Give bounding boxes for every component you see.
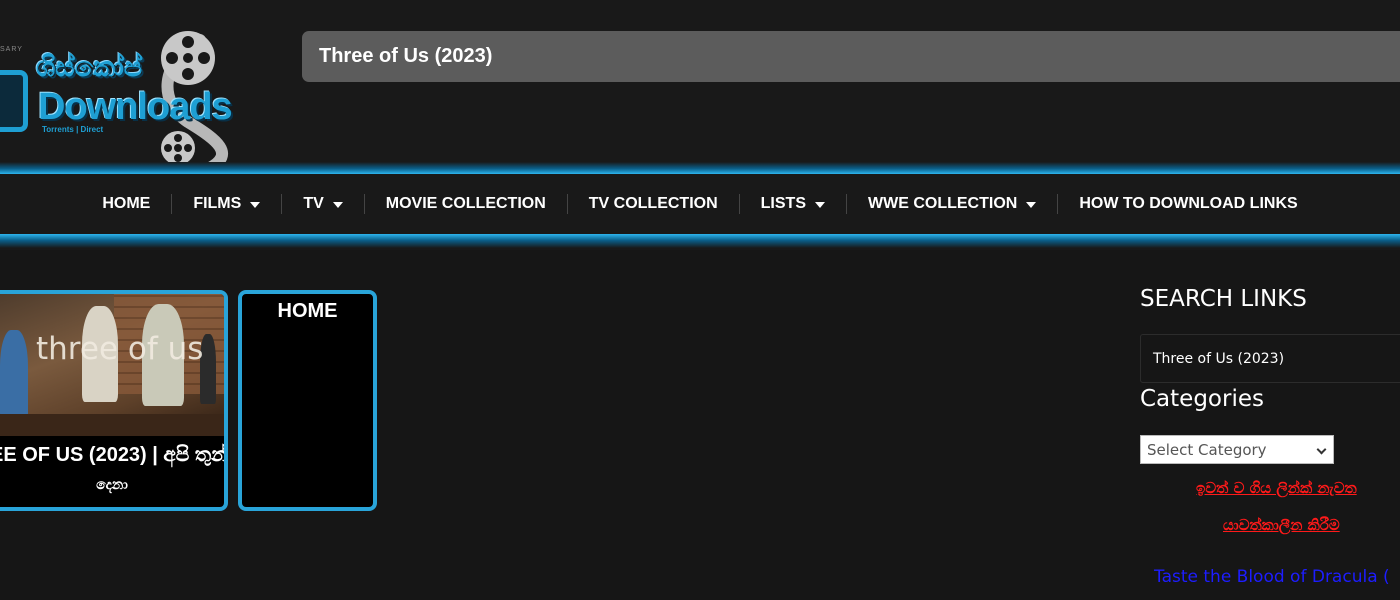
poster-ground xyxy=(0,414,224,436)
chevron-down-icon xyxy=(1316,444,1327,455)
nav-item-how-to-download[interactable]: HOW TO DOWNLOAD LINKS xyxy=(1057,194,1318,214)
logo-badge-icon xyxy=(0,70,28,132)
update-link[interactable]: යාවත්කාලීන කිරීම xyxy=(1223,516,1340,534)
sidebar: SEARCH LINKS Three of Us (2023) Categori… xyxy=(1140,272,1400,600)
home-card-label: HOME xyxy=(277,300,338,322)
site-logo[interactable]: SARY ශිස්කෝප් Downloads Torrents | Direc… xyxy=(0,14,260,170)
caret-down-icon xyxy=(1026,202,1037,208)
restore-links-link[interactable]: ඉවත් ව ගිය ලින්ක් නැවත xyxy=(1196,479,1357,497)
caret-down-icon xyxy=(332,202,343,208)
categories-title: Categories xyxy=(1140,386,1264,412)
logo-downloads-text: Downloads xyxy=(38,86,233,128)
main-content: three of us EE OF US (2023) | අපි තුන් ද… xyxy=(0,272,1400,600)
nav-item-home[interactable]: HOME xyxy=(81,194,171,214)
home-card[interactable]: HOME xyxy=(238,290,377,511)
movie-title[interactable]: EE OF US (2023) | අපි තුන් xyxy=(0,444,224,467)
nav-item-wwe-collection[interactable]: WWE COLLECTION xyxy=(846,194,1057,214)
poster-figure xyxy=(0,330,28,420)
poster-title-text: three of us xyxy=(36,331,204,367)
nav-item-lists[interactable]: LISTS xyxy=(738,194,846,214)
nav-item-tv-collection[interactable]: TV COLLECTION xyxy=(566,194,739,214)
nav-item-label: HOME xyxy=(102,195,151,212)
logo-tagline: Torrents | Direct xyxy=(42,125,104,134)
nav-glow-bottom xyxy=(0,234,1400,248)
category-select-value: Select Category xyxy=(1147,441,1267,459)
recent-post-link[interactable]: Taste the Blood of Dracula ( xyxy=(1154,567,1390,587)
logo-sinhala-text: ශිස්කෝප් xyxy=(36,52,143,83)
nav-item-tv[interactable]: TV xyxy=(281,194,363,214)
main-navigation: HOME FILMS TV MOVIE COLLECTION TV COLLEC… xyxy=(0,162,1400,250)
movie-title-sub[interactable]: දෙනා xyxy=(0,477,224,493)
sidebar-search-input[interactable]: Three of Us (2023) xyxy=(1140,334,1400,383)
site-header: SARY ශිස්කෝප් Downloads Torrents | Direc… xyxy=(0,0,1400,170)
search-links-title: SEARCH LINKS xyxy=(1140,286,1307,312)
caret-down-icon xyxy=(250,202,261,208)
nav-item-label: FILMS xyxy=(193,195,242,212)
movie-poster[interactable]: three of us xyxy=(0,294,224,436)
nav-item-movie-collection[interactable]: MOVIE COLLECTION xyxy=(363,194,567,214)
header-search-input[interactable]: Three of Us (2023) xyxy=(302,31,1400,82)
nav-item-films[interactable]: FILMS xyxy=(171,194,281,214)
nav-item-label: HOW TO DOWNLOAD LINKS xyxy=(1079,195,1298,212)
category-select[interactable]: Select Category xyxy=(1140,435,1334,464)
nav-menu: HOME FILMS TV MOVIE COLLECTION TV COLLEC… xyxy=(0,174,1400,234)
caret-down-icon xyxy=(815,202,825,208)
nav-item-label: TV xyxy=(303,195,324,212)
nav-item-label: MOVIE COLLECTION xyxy=(385,195,546,212)
page: SARY ශිස්කෝප් Downloads Torrents | Direc… xyxy=(0,0,1400,600)
nav-item-label: TV COLLECTION xyxy=(588,195,718,212)
logo-tagline-top: SARY xyxy=(0,46,23,53)
nav-item-label: WWE COLLECTION xyxy=(868,195,1018,212)
nav-item-label: LISTS xyxy=(760,195,806,212)
movie-card[interactable]: three of us EE OF US (2023) | අපි තුන් ද… xyxy=(0,290,228,511)
nav-glow-top xyxy=(0,162,1400,174)
